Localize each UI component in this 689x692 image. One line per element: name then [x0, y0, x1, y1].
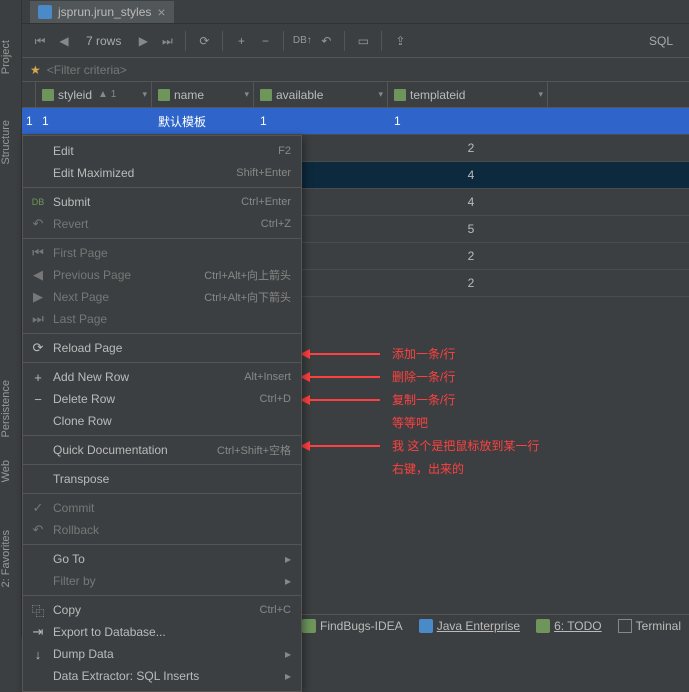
add-icon[interactable]: + [231, 31, 251, 51]
column-icon [394, 89, 406, 101]
db-submit-icon[interactable]: DB↑ [292, 31, 312, 51]
col-name[interactable]: name▾ [152, 82, 254, 107]
menu-delete-row[interactable]: −Delete RowCtrl+D [23, 388, 301, 410]
col-available[interactable]: available▾ [254, 82, 388, 107]
side-persistence[interactable]: Persistence [0, 380, 12, 437]
commit-icon: ✓ [29, 500, 47, 516]
bottom-javaee[interactable]: Java Enterprise [419, 619, 520, 633]
javaee-icon [419, 619, 433, 633]
chevron-right-icon: ▸ [285, 552, 291, 566]
tab-title: jsprun.jrun_styles [58, 5, 151, 19]
chevron-right-icon: ▸ [285, 669, 291, 683]
revert-icon[interactable]: ↶ [316, 31, 336, 51]
menu-edit-maximized[interactable]: Edit MaximizedShift+Enter [23, 162, 301, 184]
context-menu: EditF2 Edit MaximizedShift+Enter DBSubmi… [22, 135, 302, 692]
menu-export-to-database[interactable]: ⇥Export to Database... [23, 621, 301, 643]
menu-clone-row[interactable]: Clone Row [23, 410, 301, 432]
row-num-header [22, 82, 36, 107]
first-icon: ⏮ [29, 245, 47, 261]
side-structure[interactable]: Structure [0, 120, 12, 165]
menu-copy[interactable]: ⿻CopyCtrl+C [23, 599, 301, 621]
menu-previous-page: ◀Previous PageCtrl+Alt+向上箭头 [23, 264, 301, 286]
arrow-icon [300, 440, 380, 452]
table-header: styleid▲ 1▾ name▾ available▾ templateid▾ [22, 82, 689, 108]
close-icon[interactable]: × [157, 4, 165, 20]
terminal-icon [618, 619, 632, 633]
menu-dump-data[interactable]: ↓Dump Data▸ [23, 643, 301, 665]
arrow-icon [300, 394, 380, 406]
menu-rollback: ↶Rollback [23, 519, 301, 541]
column-icon [42, 89, 54, 101]
bottom-terminal[interactable]: Terminal [618, 619, 681, 633]
side-favorites[interactable]: 2: Favorites [0, 530, 12, 587]
menu-add-new-row[interactable]: +Add New RowAlt+Insert [23, 366, 301, 388]
db-icon: DB [29, 194, 47, 210]
dump-icon: ↓ [29, 646, 47, 662]
col-styleid[interactable]: styleid▲ 1▾ [36, 82, 152, 107]
menu-edit[interactable]: EditF2 [23, 140, 301, 162]
filter-placeholder: <Filter criteria> [47, 63, 127, 77]
column-icon [158, 89, 170, 101]
view-icon[interactable]: ▭ [353, 31, 373, 51]
toolbar: ⏮ ◀ 7 rows ▶ ⏭ ⟳ + − DB↑ ↶ ▭ ⇪ SQL [0, 24, 689, 58]
prev-page-icon[interactable]: ◀ [54, 31, 74, 51]
menu-submit[interactable]: DBSubmitCtrl+Enter [23, 191, 301, 213]
copy-icon: ⿻ [29, 602, 47, 618]
menu-data-extractor[interactable]: Data Extractor: SQL Inserts▸ [23, 665, 301, 687]
menu-reload-page[interactable]: ⟳Reload Page [23, 337, 301, 359]
reload-icon: ⟳ [29, 340, 47, 356]
menu-next-page: ▶Next PageCtrl+Alt+向下箭头 [23, 286, 301, 308]
star-icon: ★ [30, 63, 41, 77]
chevron-down-icon[interactable]: ▾ [378, 89, 383, 100]
col-templateid[interactable]: templateid▾ [388, 82, 548, 107]
bottom-findbugs[interactable]: FindBugs-IDEA [302, 619, 403, 633]
rollback-icon: ↶ [29, 522, 47, 538]
menu-quick-documentation[interactable]: Quick DocumentationCtrl+Shift+空格 [23, 439, 301, 461]
menu-commit: ✓Commit [23, 497, 301, 519]
menu-first-page: ⏮First Page [23, 242, 301, 264]
bottom-todo[interactable]: 6: TODO [536, 619, 602, 633]
chevron-right-icon: ▸ [285, 574, 291, 588]
todo-icon [536, 619, 550, 633]
remove-icon[interactable]: − [255, 31, 275, 51]
export-icon: ⇥ [29, 624, 47, 640]
findbugs-icon [302, 619, 316, 633]
export-icon[interactable]: ⇪ [390, 31, 410, 51]
menu-go-to[interactable]: Go To▸ [23, 548, 301, 570]
next-icon: ▶ [29, 289, 47, 305]
sql-label[interactable]: SQL [649, 34, 681, 48]
chevron-down-icon[interactable]: ▾ [538, 89, 543, 100]
filter-bar[interactable]: ★ <Filter criteria> [0, 58, 689, 82]
chevron-right-icon: ▸ [285, 647, 291, 661]
arrow-icon [300, 348, 380, 360]
left-sidebar: Project Structure Persistence Web 2: Fav… [0, 0, 22, 637]
prev-icon: ◀ [29, 267, 47, 283]
tab-bar: jsprun.jrun_styles × [0, 0, 689, 24]
side-web[interactable]: Web [0, 460, 12, 482]
column-icon [260, 89, 272, 101]
chevron-down-icon[interactable]: ▾ [244, 89, 249, 100]
side-project[interactable]: Project [0, 40, 12, 74]
tab-table[interactable]: jsprun.jrun_styles × [30, 1, 174, 23]
annotations: 添加一条/行 删除一条/行 复制一条/行 等等吧 我 这个是把鼠标放到某一行 右… [300, 345, 539, 483]
table-row[interactable]: 1 1 默认模板 1 1 [22, 108, 689, 135]
arrow-icon [300, 371, 380, 383]
next-page-icon[interactable]: ▶ [133, 31, 153, 51]
menu-filter-by: Filter by▸ [23, 570, 301, 592]
undo-icon: ↶ [29, 216, 47, 232]
last-icon: ⏭ [29, 311, 47, 327]
reload-icon[interactable]: ⟳ [194, 31, 214, 51]
rows-count: 7 rows [78, 34, 129, 48]
menu-revert: ↶RevertCtrl+Z [23, 213, 301, 235]
minus-icon: − [29, 391, 47, 407]
chevron-down-icon[interactable]: ▾ [142, 89, 147, 100]
menu-last-page: ⏭Last Page [23, 308, 301, 330]
menu-transpose[interactable]: Transpose [23, 468, 301, 490]
first-page-icon[interactable]: ⏮ [30, 31, 50, 51]
plus-icon: + [29, 369, 47, 385]
table-icon [38, 5, 52, 19]
last-page-icon[interactable]: ⏭ [157, 31, 177, 51]
